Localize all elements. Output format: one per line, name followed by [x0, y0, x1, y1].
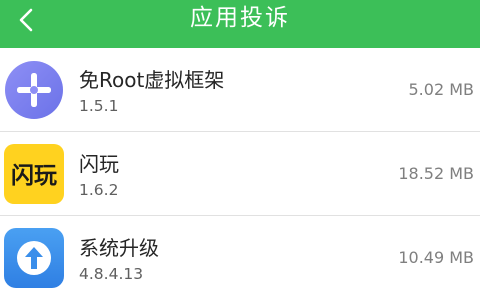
top-bar: 应用投诉: [0, 0, 480, 48]
app-name: 免Root虚拟框架: [79, 68, 225, 92]
upgrade-arrow-icon: [4, 228, 64, 288]
list-item-system-upgrade[interactable]: 系统升级 4.8.4.13 10.49 MB: [0, 216, 480, 300]
list-item-shanwan[interactable]: 闪玩 闪玩 1.6.2 18.52 MB: [0, 132, 480, 216]
shanwan-logo-icon: 闪玩: [4, 144, 64, 204]
app-version: 1.5.1: [79, 97, 119, 115]
app-name: 系统升级: [79, 236, 159, 260]
app-version: 4.8.4.13: [79, 265, 144, 283]
plus-cross-app-icon: [4, 60, 64, 120]
svg-text:闪玩: 闪玩: [11, 163, 57, 189]
list-item-mianroot[interactable]: 免Root虚拟框架 1.5.1 5.02 MB: [0, 48, 480, 132]
app-list: 免Root虚拟框架 1.5.1 5.02 MB 闪玩 闪玩 1.6.2 18.5…: [0, 48, 480, 300]
app-size: 5.02 MB: [408, 80, 475, 99]
app-size: 18.52 MB: [398, 164, 474, 183]
page-title: 应用投诉: [190, 5, 290, 31]
app-name: 闪玩: [79, 152, 119, 176]
app-version: 1.6.2: [79, 181, 119, 199]
app-size: 10.49 MB: [398, 248, 474, 267]
